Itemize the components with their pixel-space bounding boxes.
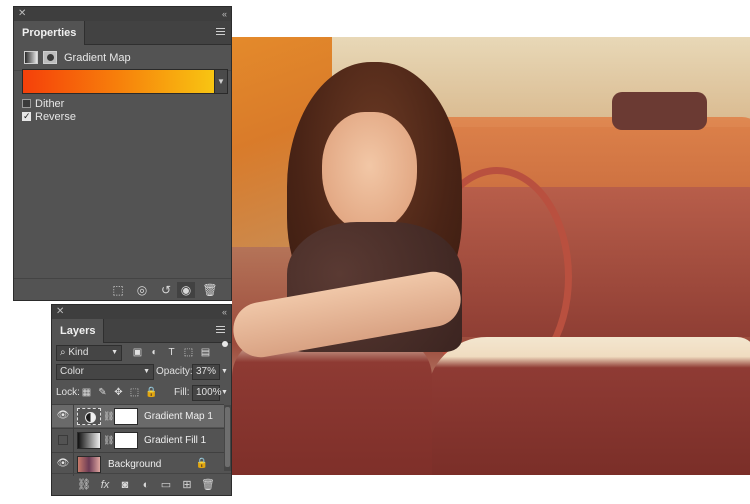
blend-mode-value: Color <box>60 366 84 377</box>
view-previous-state-icon[interactable]: ◎ <box>133 282 151 298</box>
gradient-fill-thumbnail-icon <box>77 432 101 449</box>
adjustment-filter-icon[interactable]: ◐ <box>148 346 161 359</box>
pixel-filter-icon[interactable]: ▣ <box>131 346 144 359</box>
layers-scrollbar[interactable] <box>224 405 231 471</box>
add-mask-icon[interactable]: ◙ <box>117 477 133 493</box>
visibility-toggle-off[interactable] <box>58 435 68 445</box>
scrollbar-thumb[interactable] <box>225 407 230 467</box>
lock-transparent-icon[interactable]: ▦ <box>81 386 92 399</box>
photo-rearview-mirror <box>612 92 707 130</box>
new-layer-icon[interactable]: ⊞ <box>179 477 195 493</box>
gradient-picker[interactable]: ▼ <box>22 69 228 94</box>
lock-label: Lock: <box>56 387 80 398</box>
lock-artboard-icon[interactable]: ⬚ <box>129 386 140 399</box>
adjustment-title: Gradient Map <box>64 52 131 64</box>
layer-name[interactable]: Gradient Map 1 <box>144 405 213 428</box>
gradient-map-icon[interactable] <box>24 51 38 64</box>
lock-brush-icon[interactable]: ✎ <box>97 386 108 399</box>
clip-to-layer-icon[interactable]: ⬚ <box>109 282 127 298</box>
trash-icon[interactable]: 🗑 <box>200 477 216 493</box>
link-layers-icon[interactable]: ⛓ <box>76 477 92 493</box>
trash-icon[interactable]: 🗑 <box>201 282 219 298</box>
photo-woman-face <box>322 112 417 232</box>
gradient-preview-bar[interactable] <box>22 69 215 94</box>
dither-label: Dither <box>35 98 65 111</box>
layer-mask-thumbnail[interactable] <box>114 408 138 425</box>
opacity-label: Opacity: <box>156 366 193 377</box>
group-folder-icon[interactable]: ▭ <box>158 477 174 493</box>
eye-icon[interactable]: 👁 <box>56 410 70 422</box>
collapse-icon[interactable]: « <box>222 7 227 21</box>
properties-footer: ⬚ ◎ ↺ ◉ 🗑 <box>14 278 231 300</box>
opacity-field[interactable]: 37% <box>192 364 220 380</box>
close-icon[interactable]: ✕ <box>18 7 26 21</box>
layer-row-background[interactable]: 👁 Background 🔒 <box>52 452 224 476</box>
type-filter-icon[interactable]: T <box>165 346 178 359</box>
layer-row-gradient-map[interactable]: 👁 ⛓ Gradient Map 1 <box>52 404 224 428</box>
layers-tabbar: Layers <box>52 319 231 343</box>
properties-tabbar: Properties <box>14 21 231 45</box>
lock-position-icon[interactable]: ✥ <box>113 386 124 399</box>
lock-all-icon[interactable]: 🔒 <box>145 386 157 399</box>
chain-link-icon[interactable]: ⛓ <box>103 410 114 422</box>
photo-seat-left <box>232 337 432 475</box>
layer-name[interactable]: Gradient Fill 1 <box>144 429 206 452</box>
panel-menu-icon[interactable] <box>216 326 225 335</box>
chevron-down-icon: ▼ <box>111 349 118 356</box>
filter-kind-select[interactable]: ⌕ Kind ▼ <box>56 345 122 361</box>
layer-divider <box>73 429 74 452</box>
chevron-down-icon[interactable]: ▼ <box>221 364 228 380</box>
fill-label: Fill: <box>174 387 190 398</box>
adjustment-layer-icon[interactable]: ◐ <box>138 477 154 493</box>
close-icon[interactable]: ✕ <box>56 305 64 319</box>
fill-field[interactable]: 100% <box>192 385 222 401</box>
filter-kind-value: Kind <box>68 347 89 358</box>
layers-titlebar: ✕ « <box>52 305 231 319</box>
chevron-down-icon[interactable]: ▼ <box>215 69 228 94</box>
search-icon: ⌕ <box>60 347 66 358</box>
layer-row-gradient-fill[interactable]: ⛓ Gradient Fill 1 <box>52 428 224 452</box>
collapse-icon[interactable]: « <box>222 305 227 319</box>
lock-icon[interactable]: 🔒 <box>196 458 208 469</box>
dither-checkbox[interactable] <box>22 98 31 108</box>
layers-footer: ⛓ fx ◙ ◐ ▭ ⊞ 🗑 <box>52 473 231 495</box>
reverse-option[interactable]: Reverse <box>22 110 76 124</box>
adjustment-header: Gradient Map <box>14 45 231 71</box>
photo-seat-right <box>427 337 750 475</box>
layer-divider <box>73 405 74 428</box>
layer-mask-icon[interactable] <box>43 51 57 64</box>
blend-row: Color ▼ Opacity: 37% ▼ <box>56 364 230 380</box>
reset-icon[interactable]: ↺ <box>157 282 175 298</box>
smart-object-filter-icon[interactable]: ▤ <box>199 346 212 359</box>
gradient-map-thumbnail-icon <box>77 408 101 425</box>
background-photo-thumbnail <box>77 456 101 473</box>
dither-option[interactable]: Dither <box>22 98 64 110</box>
tab-layers[interactable]: Layers <box>52 319 105 343</box>
layer-filter-row: ⌕ Kind ▼ ▣ ◐ T ⬚ ▤ <box>56 341 228 361</box>
fx-icon[interactable]: fx <box>97 477 113 493</box>
visibility-icon[interactable]: ◉ <box>177 282 195 298</box>
tab-properties[interactable]: Properties <box>14 21 86 45</box>
blend-mode-select[interactable]: Color ▼ <box>56 364 154 380</box>
layers-panel: ✕ « Layers ⌕ Kind ▼ ▣ ◐ T ⬚ ▤ Color ▼ Op… <box>51 304 232 496</box>
reverse-checkbox[interactable] <box>22 110 31 122</box>
filter-toggle-icon[interactable] <box>222 341 228 347</box>
shape-filter-icon[interactable]: ⬚ <box>182 346 195 359</box>
chain-link-icon[interactable]: ⛓ <box>103 434 114 446</box>
eye-icon[interactable]: 👁 <box>56 458 70 470</box>
layer-mask-thumbnail[interactable] <box>114 432 138 449</box>
reverse-label: Reverse <box>35 111 76 124</box>
chevron-down-icon: ▼ <box>143 368 150 375</box>
properties-panel: ✕ « Properties Gradient Map ▼ Dither Rev… <box>13 6 232 301</box>
lock-row: Lock: ▦ ✎ ✥ ⬚ 🔒 Fill: 100% ▼ <box>56 385 230 401</box>
properties-titlebar: ✕ « <box>14 7 231 21</box>
chevron-down-icon[interactable]: ▼ <box>221 385 228 401</box>
panel-menu-icon[interactable] <box>216 28 225 37</box>
document-canvas-photo[interactable] <box>232 37 750 475</box>
